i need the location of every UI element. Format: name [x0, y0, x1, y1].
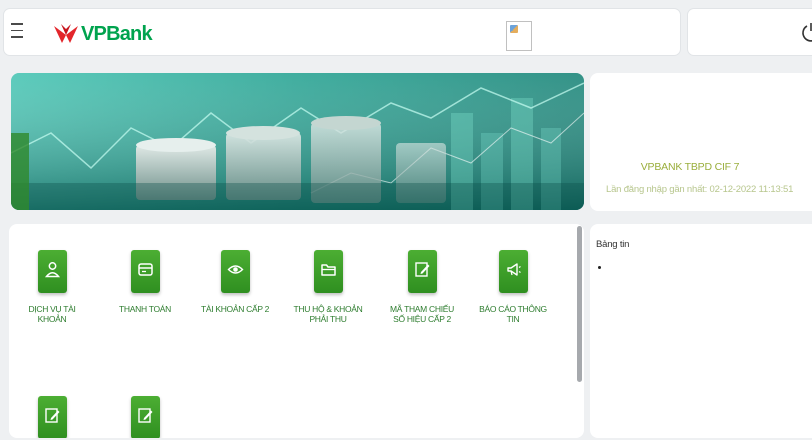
broken-image-icon — [506, 21, 532, 51]
service-reference-code[interactable]: MÃ THAM CHIẾU SỐ HIỆU CẤP 2 — [387, 250, 457, 324]
news-panel: Bảng tin — [590, 224, 812, 438]
edit-icon — [407, 250, 437, 293]
services-scrollbar[interactable] — [577, 226, 582, 382]
profile-card: VPBANK TBPD CIF 7 Lần đăng nhập gần nhất… — [590, 73, 812, 211]
top-header-right — [687, 8, 812, 56]
service-reports[interactable]: BÁO CÁO THÔNG TIN — [478, 250, 548, 324]
coins-chart-banner-image — [11, 73, 584, 210]
service-label: BÁO CÁO THÔNG TIN — [479, 304, 547, 324]
service-label: MÃ THAM CHIẾU SỐ HIỆU CẤP 2 — [390, 304, 454, 324]
logo-text: VPBank — [81, 23, 153, 45]
top-header-bar: VPBank — [3, 8, 681, 56]
vpbank-logo-mark-icon — [54, 24, 78, 43]
vpbank-logo[interactable]: VPBank — [53, 21, 153, 47]
service-collection-receivables[interactable]: THU HỘ & KHOẢN PHẢI THU — [293, 250, 363, 324]
service-label: THANH TOÁN — [119, 304, 171, 314]
hamburger-menu-icon[interactable] — [11, 23, 23, 41]
promo-banner — [11, 73, 584, 210]
service-sub-account[interactable]: TÀI KHOẢN CẤP 2 — [200, 250, 270, 314]
edit-icon — [37, 396, 67, 438]
service-label: THU HỘ & KHOẢN PHẢI THU — [293, 304, 363, 324]
service-account-services[interactable]: DỊCH VỤ TÀI KHOẢN — [17, 250, 87, 324]
user-icon — [37, 250, 67, 293]
edit-icon — [130, 396, 160, 438]
service-item-7[interactable] — [17, 396, 87, 438]
folder-icon — [313, 250, 343, 293]
services-panel: DỊCH VỤ TÀI KHOẢN THANH TOÁN TÀI KHOẢN C… — [9, 224, 584, 438]
service-label: DỊCH VỤ TÀI KHOẢN — [28, 304, 76, 324]
service-label: TÀI KHOẢN CẤP 2 — [200, 304, 270, 314]
last-login-text: Lần đăng nhập gần nhất: 02-12-2022 11:13… — [606, 184, 794, 195]
eye-icon — [220, 250, 250, 293]
card-icon — [130, 250, 160, 293]
news-title: Bảng tin — [596, 239, 630, 250]
news-list-item[interactable] — [598, 266, 601, 269]
service-item-8[interactable] — [110, 396, 180, 438]
service-payment[interactable]: THANH TOÁN — [110, 250, 180, 314]
profile-name: VPBANK TBPD CIF 7 — [640, 161, 740, 173]
megaphone-icon — [498, 250, 528, 293]
power-icon[interactable] — [801, 21, 812, 43]
